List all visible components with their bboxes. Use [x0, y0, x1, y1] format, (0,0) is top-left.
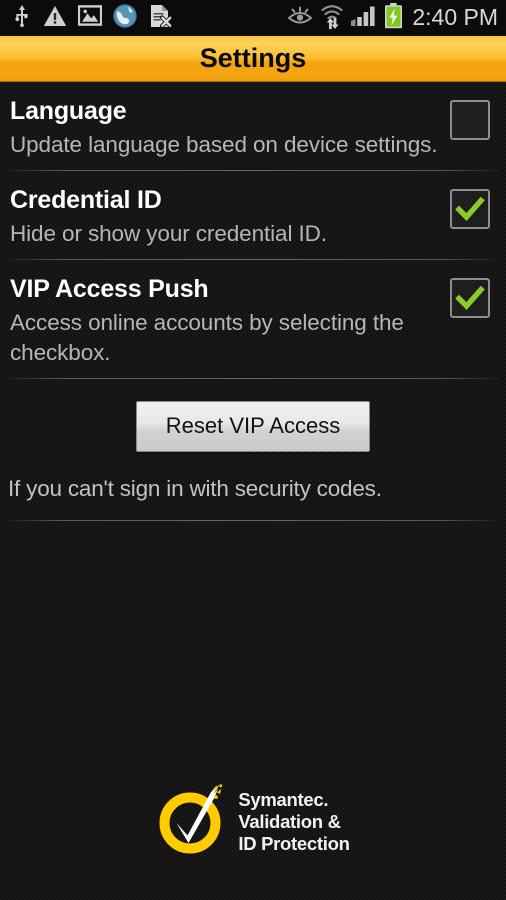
checkmark-icon	[455, 285, 485, 310]
preference-row-credential-id[interactable]: Credential ID Hide or show your credenti…	[0, 171, 506, 259]
page-title: Settings	[199, 42, 307, 73]
preference-title-vip-access-push: VIP Access Push	[10, 275, 209, 303]
sim-card-error-icon	[148, 4, 173, 33]
wifi-transfer-icon	[320, 3, 344, 34]
signin-help-text[interactable]: If you can't sign in with security codes…	[0, 472, 506, 520]
preference-title-language: Language	[10, 97, 127, 125]
image-icon	[77, 5, 103, 31]
preference-summary-language: Update language based on device settings…	[10, 132, 438, 157]
preference-row-vip-access-push[interactable]: VIP Access Push Access online accounts b…	[0, 260, 506, 378]
preference-row-language[interactable]: Language Update language based on device…	[0, 82, 506, 170]
checkmark-icon	[455, 196, 485, 221]
preference-title-credential-id: Credential ID	[10, 186, 162, 214]
status-bar: 2:40 PM	[0, 0, 506, 36]
preference-text-vip-access-push: VIP Access Push Access online accounts b…	[10, 274, 450, 368]
divider	[6, 520, 500, 521]
reset-vip-access-button[interactable]: Reset VIP Access	[136, 401, 370, 452]
logo-line-2: Validation &	[238, 810, 341, 832]
eye-disabled-icon	[287, 6, 313, 31]
warning-icon	[43, 5, 67, 32]
battery-charging-icon	[384, 2, 403, 34]
symantec-checkmark-icon	[156, 782, 228, 861]
preference-text-language: Language Update language based on device…	[10, 96, 450, 160]
reset-button-container: Reset VIP Access	[0, 379, 506, 472]
status-bar-right-icons: 2:40 PM	[287, 2, 506, 34]
checkbox-credential-id[interactable]	[450, 189, 490, 229]
status-bar-clock: 2:40 PM	[412, 4, 498, 30]
title-bar: Settings	[0, 36, 506, 82]
usb-icon	[12, 4, 32, 32]
settings-list: Language Update language based on device…	[0, 82, 506, 900]
status-bar-left-icons	[0, 3, 287, 33]
signal-bars-icon	[351, 5, 377, 32]
logo-line-1: Symantec.	[238, 788, 329, 810]
globe-icon	[113, 3, 137, 33]
checkbox-vip-access-push[interactable]	[450, 278, 490, 318]
preference-summary-credential-id: Hide or show your credential ID.	[10, 221, 327, 246]
app-screen: 2:40 PM Settings Language Update languag…	[0, 0, 506, 900]
preference-summary-vip-access-push: Access online accounts by selecting the …	[10, 310, 404, 365]
preference-text-credential-id: Credential ID Hide or show your credenti…	[10, 185, 450, 249]
symantec-logo-text: Symantec. Validation & ID Protection	[238, 788, 350, 855]
checkbox-language[interactable]	[450, 100, 490, 140]
logo-line-3: ID Protection	[238, 832, 350, 854]
symantec-logo: Symantec. Validation & ID Protection	[0, 782, 506, 861]
